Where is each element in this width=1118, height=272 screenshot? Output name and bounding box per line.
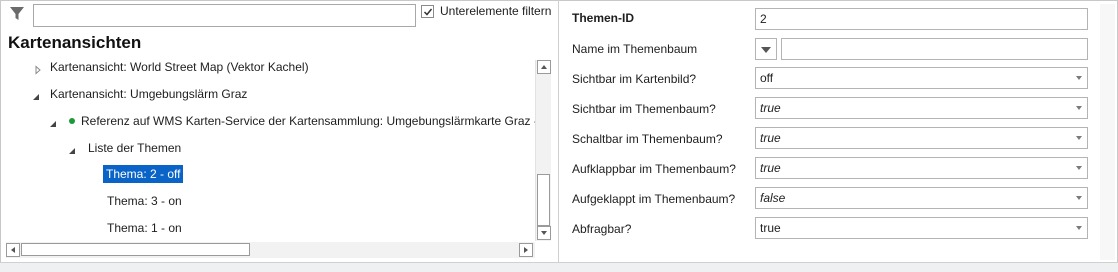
properties-scrollbar[interactable] [1100,4,1115,260]
collapse-icon[interactable] [31,89,41,100]
tree-node-label: Thema: 3 - on [107,194,182,208]
themen-id-label: Themen-ID [572,11,635,25]
aufklappbar-select[interactable]: true [755,157,1088,179]
scroll-right-button[interactable] [519,243,533,257]
scroll-thumb[interactable] [537,174,550,226]
panel-divider[interactable] [558,0,559,262]
filter-icon[interactable] [8,5,26,23]
scroll-up-button[interactable] [537,60,551,74]
themen-id-field[interactable]: 2 [755,8,1088,30]
chevron-down-icon [1076,136,1082,140]
tree-node-label: Thema: 2 - off [103,165,184,183]
select-value: true [760,161,781,175]
sichtbar-kartenbild-select[interactable]: off [755,67,1088,89]
scroll-left-button[interactable] [6,243,20,257]
chevron-down-icon [1076,106,1082,110]
tree-horizontal-scrollbar[interactable] [6,242,535,258]
select-value: false [760,191,786,205]
chevron-down-icon [1076,196,1082,200]
tree-node-label: Referenz auf WMS Karten-Service der Kart… [81,114,535,128]
abfragbar-select[interactable]: true [755,217,1088,239]
tree-vertical-scrollbar[interactable] [535,60,551,241]
select-value: true [760,101,781,115]
expand-icon[interactable] [33,62,43,75]
collapse-icon[interactable] [48,116,58,127]
sichtbar-themenbaum-label: Sichtbar im Themenbaum? [572,102,716,116]
tree-title: Kartenansichten [8,33,142,52]
sichtbar-themenbaum-select[interactable]: true [755,97,1088,119]
collapse-icon[interactable] [67,143,77,154]
name-dropdown-button[interactable] [755,38,777,60]
abfragbar-label: Abfragbar? [572,222,632,236]
aufklappbar-label: Aufklappbar im Themenbaum? [572,162,736,176]
tree-node-label: Kartenansicht: Umgebungslärm Graz [50,87,248,101]
chevron-down-icon [1076,226,1082,230]
chevron-down-icon [1076,166,1082,170]
status-dot-icon [69,118,75,124]
filter-children-label: Unterelemente filtern [440,4,552,18]
select-value: true [760,131,781,145]
status-strip [0,262,1118,272]
select-value: off [760,71,774,85]
aufgeklappt-label: Aufgeklappt im Themenbaum? [572,192,736,206]
tree-node-label: Thema: 1 - on [107,221,182,235]
tree-node-label: Kartenansicht: World Street Map (Vektor … [50,60,309,74]
scroll-thumb[interactable] [21,243,250,256]
select-value: true [760,221,781,235]
filter-children-checkbox[interactable] [421,5,434,18]
schaltbar-label: Schaltbar im Themenbaum? [572,132,723,146]
filter-input[interactable] [33,4,416,27]
tree-view[interactable]: Kartenansicht: World Street Map (Vektor … [6,57,535,240]
schaltbar-select[interactable]: true [755,127,1088,149]
chevron-down-icon [761,47,771,53]
chevron-down-icon [1076,76,1082,80]
aufgeklappt-select[interactable]: false [755,187,1088,209]
sichtbar-kartenbild-label: Sichtbar im Kartenbild? [572,72,697,86]
tree-node-label: Liste der Themen [88,141,182,155]
scroll-down-button[interactable] [537,226,551,240]
name-label: Name im Themenbaum [572,42,698,56]
tree-panel: Unterelemente filtern Kartenansichten Ka… [0,0,558,262]
name-field[interactable] [781,38,1088,60]
